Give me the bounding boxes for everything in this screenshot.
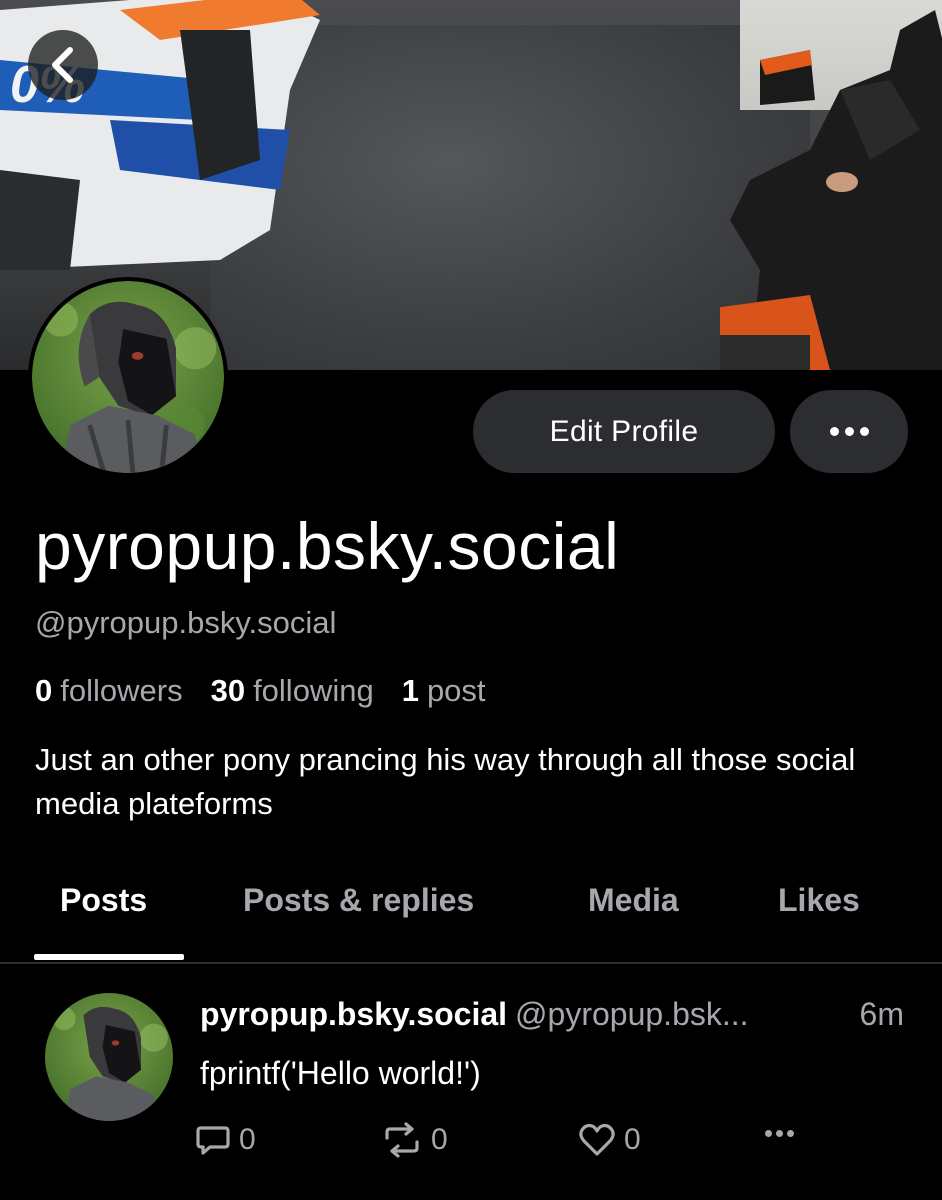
post-avatar[interactable] [45, 993, 173, 1121]
heart-icon [579, 1123, 615, 1156]
posts-stat: 1 post [402, 673, 486, 709]
edit-profile-button[interactable]: Edit Profile [473, 390, 775, 473]
avatar[interactable] [28, 277, 228, 477]
more-options-button[interactable] [790, 390, 908, 473]
post-avatar-image [45, 993, 173, 1121]
ellipsis-icon [829, 427, 869, 436]
post-text: fprintf('Hello world!') [200, 1055, 481, 1091]
following-label: following [253, 673, 374, 708]
chevron-left-icon [52, 47, 73, 83]
following-count: 30 [210, 673, 246, 708]
profile-stats: 0 followers 30 following 1 post [35, 673, 486, 709]
reply-icon [196, 1126, 230, 1155]
profile-bio: Just an other pony prancing his way thro… [35, 742, 856, 821]
repost-icon [385, 1122, 419, 1158]
post-handle: @pyropup.bsk... [515, 996, 749, 1032]
like-count: 0 [624, 1123, 641, 1156]
repost-count: 0 [431, 1123, 448, 1156]
like-button[interactable]: 0 [578, 1122, 641, 1158]
profile-handle: @pyropup.bsky.social [35, 605, 337, 640]
post-more-button[interactable] [765, 1130, 794, 1137]
post-author[interactable]: pyropup.bsky.social [200, 996, 507, 1032]
reply-button[interactable]: 0 [195, 1122, 256, 1158]
tab-likes[interactable]: Likes [778, 882, 860, 919]
followers-label: followers [60, 673, 183, 708]
following-link[interactable]: 30 following [211, 673, 374, 709]
tab-posts-and-replies[interactable]: Posts & replies [243, 882, 474, 919]
post-ellipsis-icon [765, 1130, 794, 1137]
profile-page: 0% [0, 0, 942, 1200]
display-name: pyropup.bsky.social [35, 509, 620, 583]
reply-count: 0 [239, 1123, 256, 1156]
followers-count: 0 [35, 673, 53, 708]
posts-label: post [426, 673, 486, 708]
tab-media[interactable]: Media [588, 882, 679, 919]
posts-count: 1 [401, 673, 419, 708]
post-timestamp: 6m [859, 996, 904, 1032]
latex-hood-image [720, 10, 942, 370]
followers-link[interactable]: 0 followers [35, 673, 183, 709]
avatar-image [32, 281, 224, 473]
profile-tabs: Posts Posts & replies Media Likes [0, 870, 942, 964]
active-tab-indicator [34, 954, 184, 960]
tab-posts[interactable]: Posts [60, 882, 147, 919]
repost-button[interactable]: 0 [381, 1122, 448, 1158]
post-actions: 0 0 0 [195, 1122, 815, 1166]
back-button[interactable] [28, 30, 98, 100]
post-header: pyropup.bsky.social @pyropup.bsk... 6m [200, 996, 910, 1033]
